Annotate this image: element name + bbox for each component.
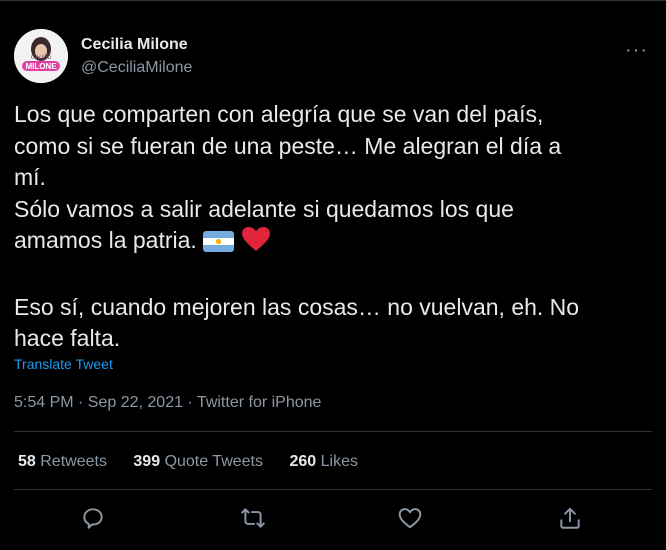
like-icon[interactable] (397, 505, 423, 531)
tweet-line: mí. (14, 164, 46, 190)
author-handle[interactable]: @CeciliaMilone (81, 59, 192, 77)
share-icon[interactable] (557, 505, 583, 531)
retweets-stat[interactable]: 58 Retweets (18, 453, 107, 470)
divider (14, 431, 652, 432)
likes-stat[interactable]: 260 Likes (289, 453, 358, 470)
likes-count: 260 (289, 453, 317, 470)
tweet-line-with-emoji: amamos la patria. (14, 225, 644, 261)
tweet-line: como si se fueran de una peste… Me alegr… (14, 132, 562, 159)
quote-count: 399 (133, 453, 161, 470)
red-heart-icon (241, 226, 271, 261)
avatar-logo-text: MILONE (25, 62, 57, 71)
tweet-line: amamos la patria. (14, 227, 197, 253)
more-icon[interactable]: ··· (625, 39, 648, 62)
svg-text:Cecilia: Cecilia (31, 53, 52, 61)
tweet-header: MILONE Cecilia Cecilia Milone @CeciliaMi… (14, 29, 652, 85)
author-name[interactable]: Cecilia Milone (81, 36, 188, 54)
tweet: MILONE Cecilia Cecilia Milone @CeciliaMi… (0, 0, 666, 550)
argentina-flag-icon (203, 229, 235, 261)
tweet-line: hace falta. (14, 325, 121, 351)
quote-label: Quote Tweets (164, 453, 263, 470)
retweet-icon[interactable] (240, 505, 266, 531)
tweet-stats: 58 Retweets 399 Quote Tweets 260 Likes (18, 453, 380, 471)
likes-label: Likes (320, 453, 358, 470)
tweet-text: Los que comparten con alegría que se van… (14, 99, 644, 355)
tweet-actions (0, 505, 666, 531)
tweet-line: Los que comparten con alegría que se van… (14, 101, 544, 127)
translate-tweet-link[interactable]: Translate Tweet (14, 356, 113, 372)
avatar[interactable]: MILONE Cecilia (14, 29, 68, 83)
tweet-meta[interactable]: 5:54 PM · Sep 22, 2021 · Twitter for iPh… (14, 394, 321, 412)
divider (14, 489, 652, 490)
quote-tweets-stat[interactable]: 399 Quote Tweets (133, 453, 263, 470)
reply-icon[interactable] (80, 505, 106, 531)
retweets-count: 58 (18, 453, 36, 470)
avatar-image: MILONE Cecilia (14, 29, 68, 83)
tweet-line: Sólo vamos a salir adelante si quedamos … (14, 195, 514, 222)
retweets-label: Retweets (40, 453, 107, 470)
tweet-line: Eso sí, cuando mejoren las cosas… no vue… (14, 293, 580, 320)
